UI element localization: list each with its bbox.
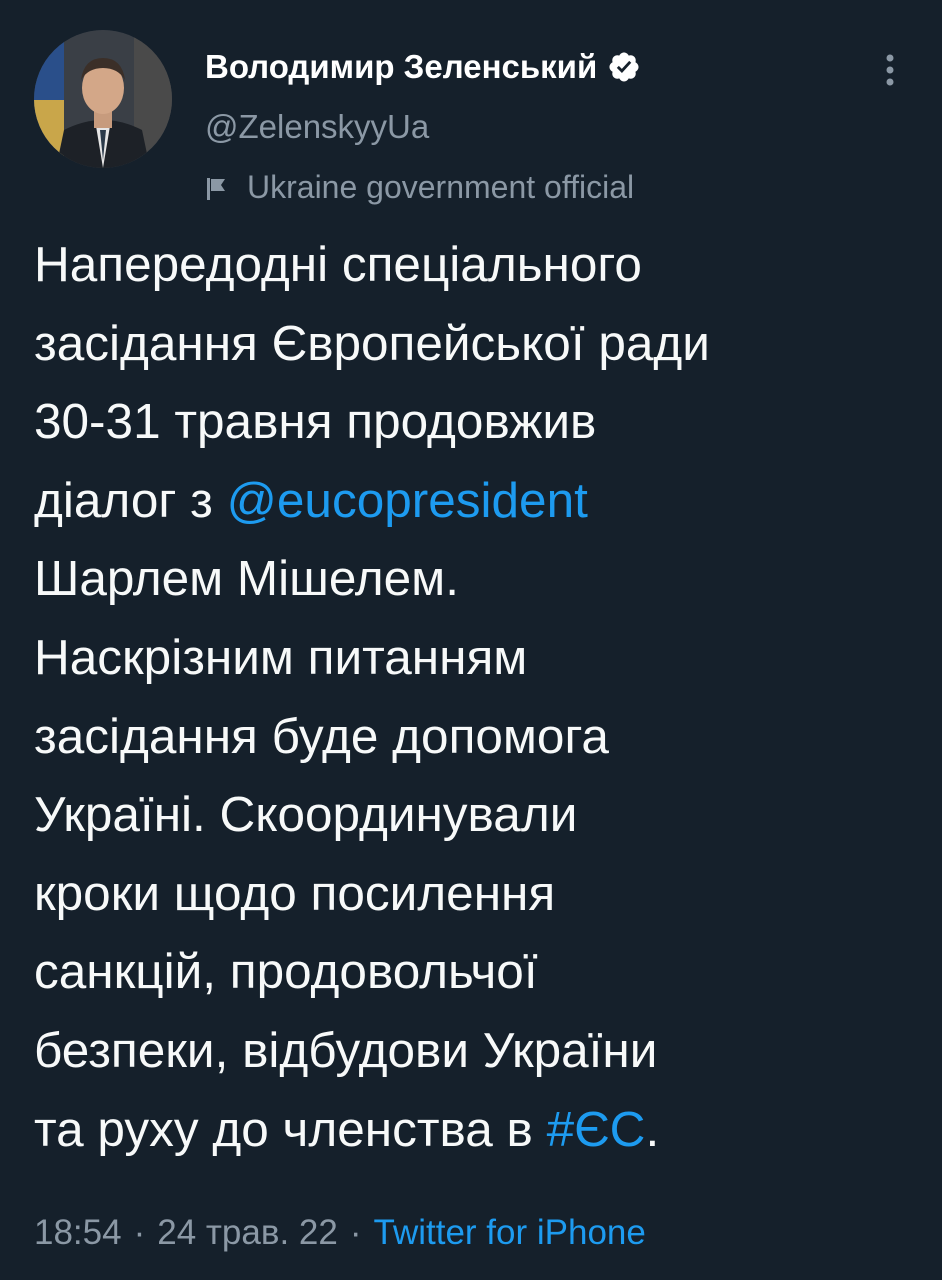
tweet: Володимир Зеленський @ZelenskyyUa Ukrain… (0, 0, 942, 1280)
tweet-text-line: безпеки, відбудови України (34, 1022, 658, 1078)
tweet-text-segment: . (645, 1101, 660, 1157)
avatar-photo (34, 30, 172, 168)
tweet-text-line: санкцій, продовольчої (34, 944, 538, 1000)
flag-icon (205, 173, 229, 201)
affiliation-label-text: Ukraine government official (247, 168, 635, 205)
avatar[interactable] (34, 30, 172, 168)
tweet-text-line: Україні. Скоординували (34, 787, 578, 843)
tweet-text-segment: та руху до членства в (34, 1101, 547, 1157)
author-handle[interactable]: @ZelenskyyUa (205, 108, 429, 146)
tweet-text-line: 30-31 травня продовжив (34, 394, 597, 450)
meta-separator: · (133, 1213, 146, 1252)
more-vertical-icon (886, 54, 894, 86)
tweet-text-line: Шарлем Мішелем. (34, 551, 459, 607)
meta-separator: · (349, 1213, 362, 1252)
tweet-time[interactable]: 18:54 (34, 1213, 122, 1253)
tweet-text-line: засідання буде допомога (34, 708, 609, 764)
verified-badge-icon (607, 50, 641, 84)
tweet-text-line: кроки щодо посилення (34, 865, 556, 921)
tweet-text-line: діалог з @eucopresident (34, 462, 924, 541)
affiliation-label: Ukraine government official (205, 166, 634, 208)
tweet-text-segment: діалог з (34, 472, 227, 528)
tweet-text-line: та руху до членства в #ЄС. (34, 1091, 924, 1170)
tweet-meta: 18:54 · 24 трав. 22 · Twitter for iPhone (34, 1208, 646, 1258)
author-display-name[interactable]: Володимир Зеленський (205, 48, 597, 86)
tweet-source-link[interactable]: Twitter for iPhone (374, 1213, 646, 1253)
author-name-row: Володимир Зеленський (205, 44, 641, 90)
tweet-text-line: засідання Європейської ради (34, 315, 710, 371)
more-options-button[interactable] (872, 48, 908, 92)
tweet-date[interactable]: 24 трав. 22 (157, 1213, 338, 1253)
tweet-text-line: Наскрізним питанням (34, 629, 528, 685)
tweet-text-line: Напередодні спеціального (34, 237, 642, 292)
mention-link[interactable]: @eucopresident (227, 473, 588, 528)
hashtag-link[interactable]: #ЄС (547, 1102, 646, 1157)
tweet-text: Напередодні спеціального засідання Європ… (34, 226, 924, 1169)
